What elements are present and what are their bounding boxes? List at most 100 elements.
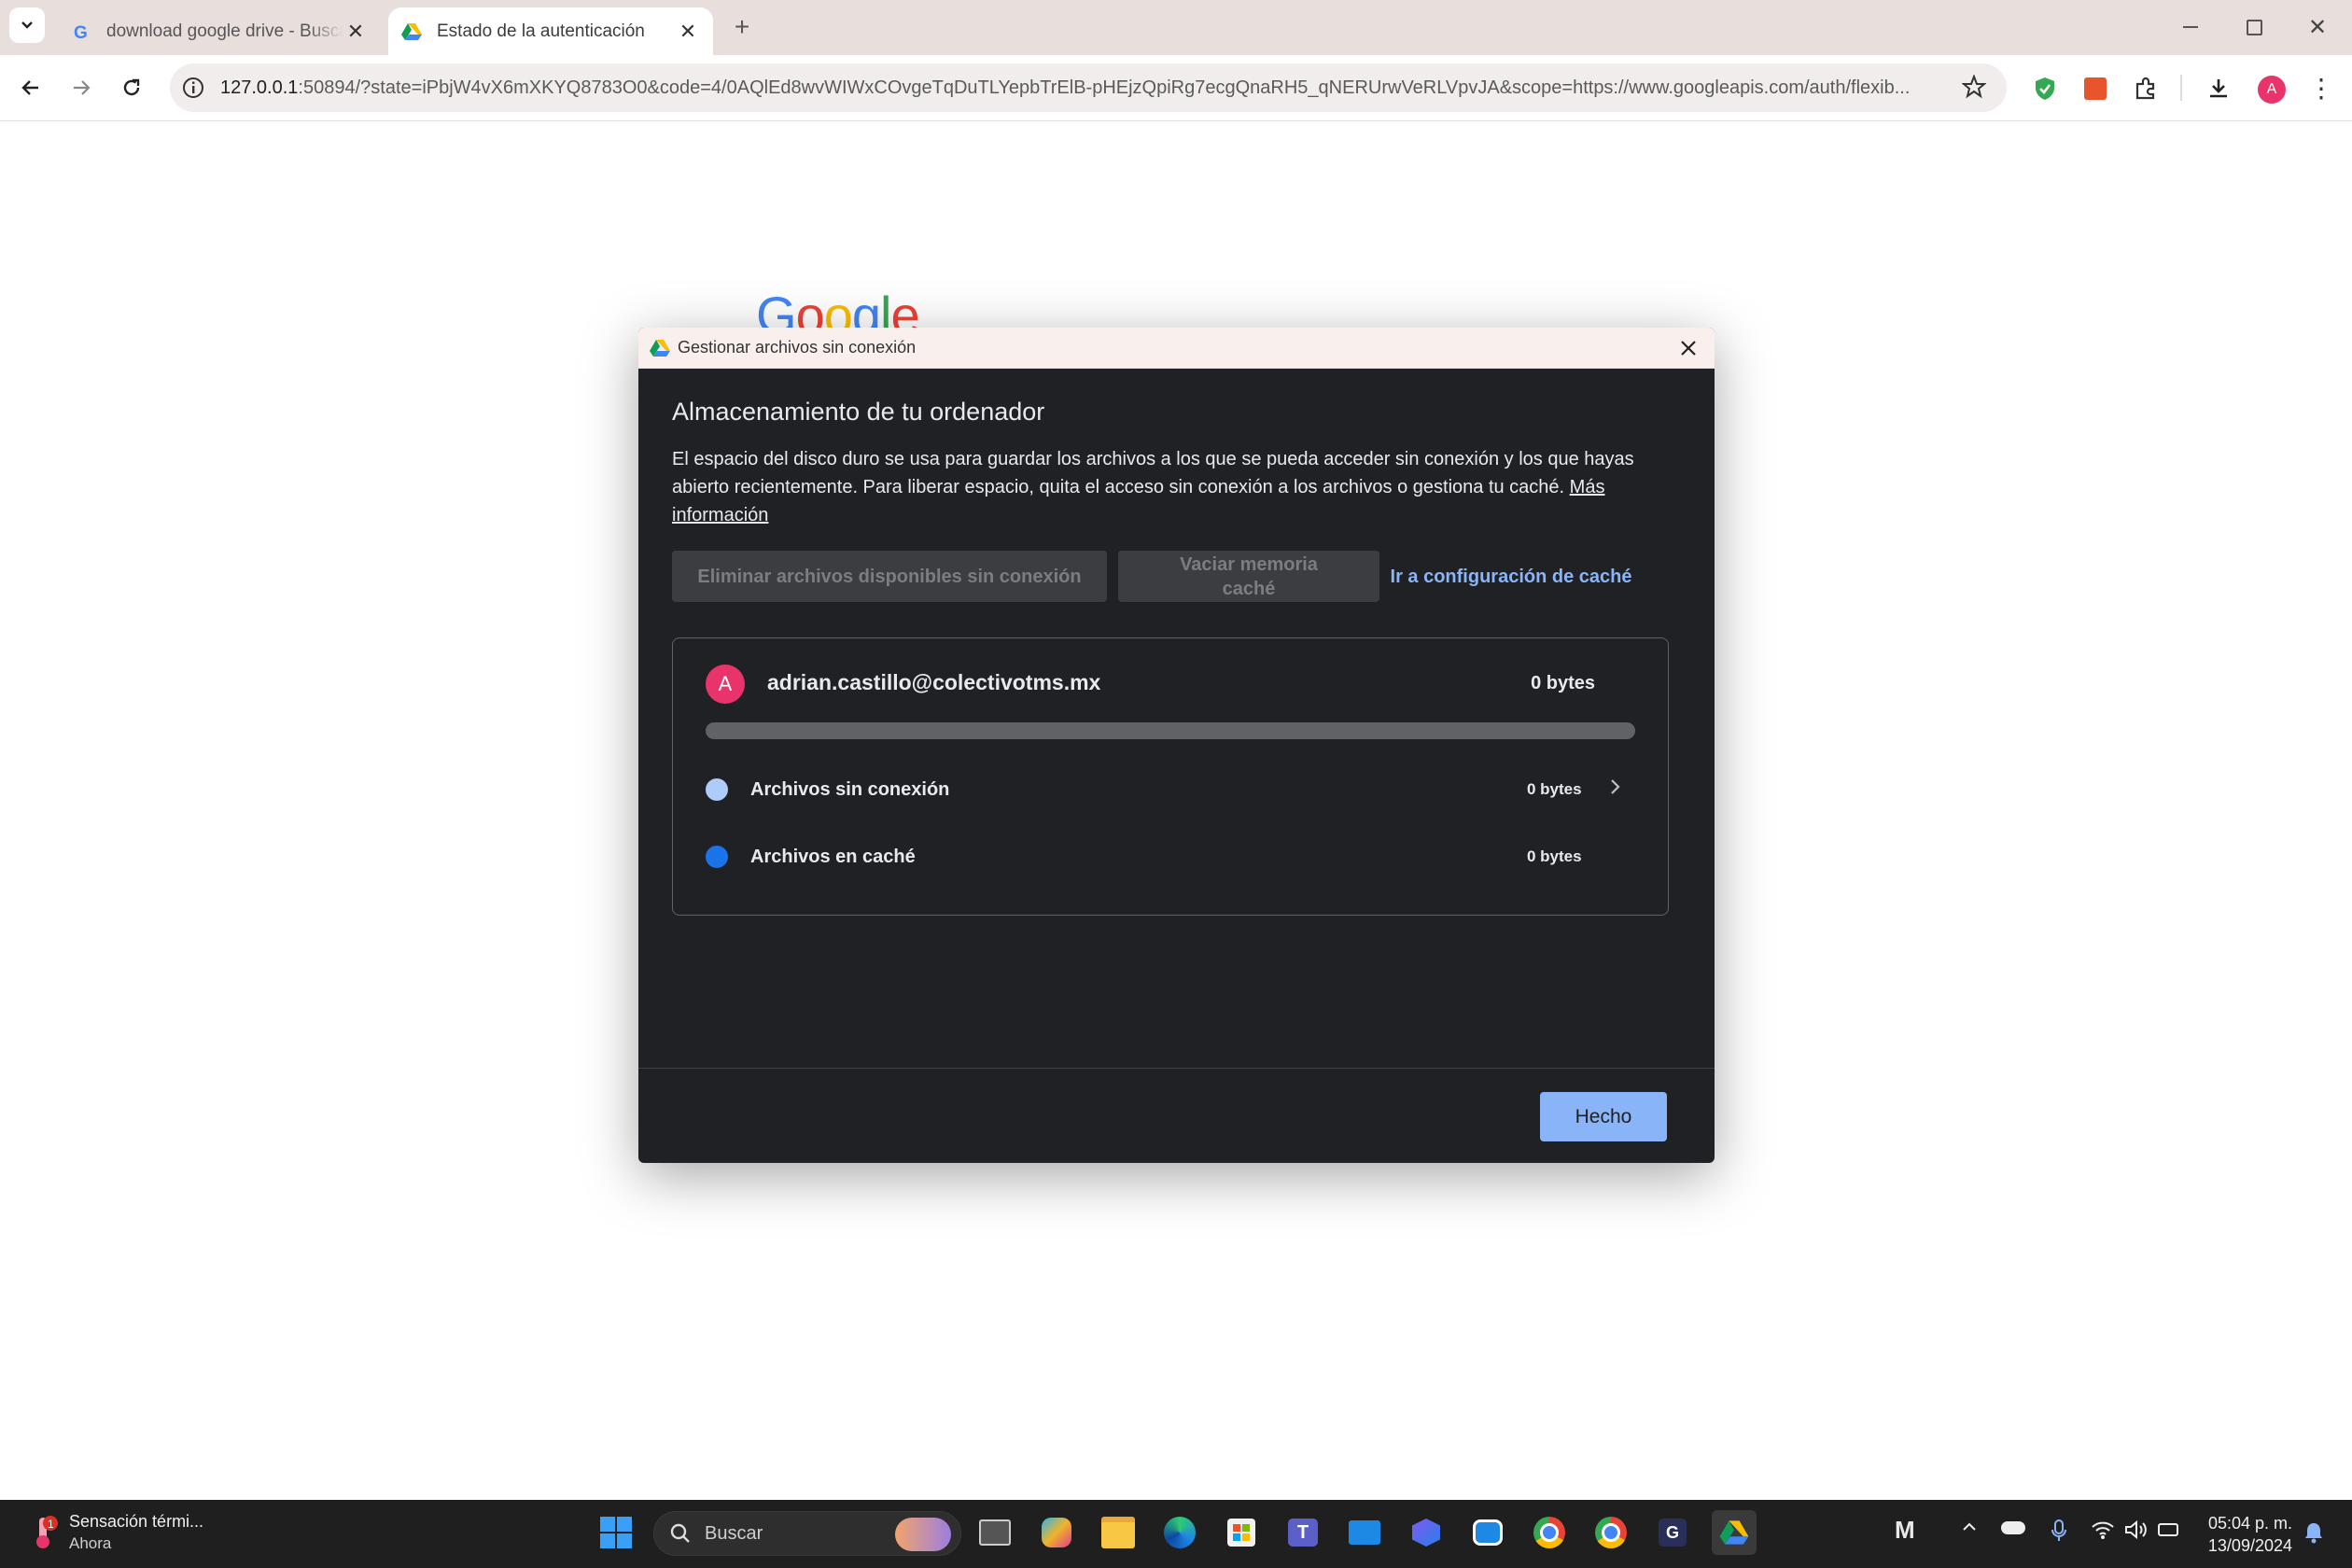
windows-start-button[interactable] bbox=[594, 1510, 638, 1555]
tray-m-app-icon[interactable]: M bbox=[1895, 1516, 1915, 1545]
clock-time: 05:04 p. m. bbox=[2207, 1514, 2292, 1533]
volume-icon[interactable] bbox=[2124, 1519, 2149, 1545]
close-window-button[interactable]: ✕ bbox=[2298, 7, 2337, 47]
row-value: 0 bytes bbox=[1527, 847, 1582, 865]
search-placeholder: Buscar bbox=[705, 1522, 763, 1544]
description-text: El espacio del disco duro se usa para gu… bbox=[672, 449, 1634, 497]
close-dialog-button[interactable] bbox=[1675, 335, 1701, 361]
reload-icon bbox=[123, 78, 140, 96]
minimize-icon bbox=[2183, 26, 2198, 28]
microphone-icon[interactable] bbox=[2051, 1519, 2066, 1547]
done-button[interactable]: Hecho bbox=[1540, 1092, 1667, 1141]
wifi-icon[interactable] bbox=[2091, 1519, 2115, 1545]
reload-button[interactable] bbox=[112, 68, 151, 107]
arrow-left-icon bbox=[21, 80, 38, 95]
cache-settings-link[interactable]: Ir a configuración de caché bbox=[1376, 551, 1646, 602]
address-bar[interactable]: 127.0.0.1:50894/?state=iPbjW4vX6mXKYQ878… bbox=[170, 63, 2007, 112]
svg-text:G: G bbox=[74, 23, 88, 42]
tab-auth-status[interactable]: Estado de la autenticación ✕ bbox=[388, 7, 713, 55]
tab-title: Estado de la autenticación bbox=[437, 21, 645, 41]
google-drive-icon bbox=[401, 21, 422, 42]
edge-browser-icon[interactable] bbox=[1157, 1510, 1202, 1555]
dialog-footer-divider bbox=[638, 1068, 1715, 1069]
battery-icon[interactable] bbox=[2158, 1523, 2178, 1536]
row-value: 0 bytes bbox=[1527, 780, 1582, 798]
chrome-profile-b-icon[interactable] bbox=[1589, 1510, 1633, 1555]
taskbar-clock[interactable]: 05:04 p. m. 13/09/2024 bbox=[2208, 1512, 2292, 1557]
shield-extension-icon[interactable] bbox=[2025, 69, 2065, 108]
tab-strip: G download google drive - Buscar ✕ Estad… bbox=[0, 0, 2352, 55]
copilot-icon[interactable] bbox=[1034, 1510, 1079, 1555]
google-g-icon: G bbox=[71, 21, 91, 42]
back-button[interactable] bbox=[11, 68, 50, 107]
restore-button[interactable] bbox=[2234, 7, 2274, 47]
site-info-icon[interactable] bbox=[181, 76, 205, 105]
svg-text:1: 1 bbox=[48, 1518, 54, 1531]
account-total-size: 0 bytes bbox=[1531, 673, 1595, 693]
bookmark-star-icon[interactable] bbox=[1961, 74, 1987, 104]
clock-date: 13/09/2024 bbox=[2207, 1536, 2292, 1555]
download-icon bbox=[2210, 79, 2227, 98]
storage-usage-bar bbox=[706, 722, 1635, 739]
dialog-window-title: Gestionar archivos sin conexión bbox=[678, 338, 917, 357]
teams-icon[interactable]: T bbox=[1281, 1510, 1325, 1555]
search-highlight-icon bbox=[895, 1518, 951, 1551]
url-text: 127.0.0.1:50894/?state=iPbjW4vX6mXKYQ878… bbox=[220, 77, 1947, 99]
close-icon bbox=[1681, 341, 1696, 356]
file-explorer-icon[interactable] bbox=[1096, 1510, 1141, 1555]
row-label: Archivos en caché bbox=[750, 846, 916, 867]
search-icon bbox=[669, 1522, 692, 1545]
translate-extension-icon[interactable] bbox=[2076, 69, 2115, 108]
task-view-icon[interactable] bbox=[973, 1510, 1017, 1555]
chat-app-icon[interactable] bbox=[1465, 1510, 1510, 1555]
legend-dot bbox=[706, 846, 728, 868]
google-drive-taskbar-icon[interactable] bbox=[1712, 1510, 1757, 1555]
new-tab-button[interactable]: + bbox=[722, 7, 762, 47]
close-icon[interactable]: ✕ bbox=[676, 20, 700, 44]
chevron-right-icon bbox=[1602, 777, 1630, 803]
arrow-right-icon bbox=[74, 80, 91, 95]
browser-menu-button[interactable]: ⋮ bbox=[2302, 69, 2341, 108]
row-label: Archivos sin conexión bbox=[750, 778, 950, 800]
thermometer-icon: 1 bbox=[28, 1514, 58, 1551]
power-automate-icon[interactable] bbox=[1404, 1510, 1449, 1555]
profile-avatar[interactable]: A bbox=[2258, 76, 2286, 104]
close-icon[interactable]: ✕ bbox=[343, 20, 368, 44]
dialog-heading: Almacenamiento de tu ordenador bbox=[672, 398, 1045, 426]
extensions-puzzle-icon[interactable] bbox=[2126, 69, 2165, 108]
cached-files-row: Archivos en caché 0 bytes bbox=[706, 838, 1630, 875]
offline-files-row[interactable]: Archivos sin conexión 0 bytes bbox=[706, 771, 1630, 808]
plus-icon: + bbox=[734, 12, 750, 41]
clear-cache-button[interactable]: Vaciar memoria caché bbox=[1118, 551, 1379, 602]
app-g-icon[interactable]: G bbox=[1650, 1510, 1695, 1555]
forward-button[interactable] bbox=[62, 68, 101, 107]
downloads-button[interactable] bbox=[2199, 69, 2238, 108]
mail-icon[interactable] bbox=[1342, 1510, 1387, 1555]
windows-logo-icon bbox=[600, 1517, 632, 1548]
more-vert-icon: ⋮ bbox=[2308, 74, 2334, 103]
tab-search-button[interactable] bbox=[9, 7, 45, 43]
cloud-icon[interactable] bbox=[2001, 1521, 2025, 1534]
google-drive-icon bbox=[650, 339, 670, 357]
url-rest: :50894/?state=iPbjW4vX6mXKYQ8783O0&code=… bbox=[298, 77, 1911, 98]
microsoft-store-icon[interactable] bbox=[1219, 1510, 1264, 1555]
notification-bell-icon[interactable] bbox=[2303, 1521, 2324, 1548]
weather-subtitle: Ahora bbox=[69, 1534, 112, 1552]
url-host: 127.0.0.1 bbox=[220, 77, 299, 98]
account-email: adrian.castillo@colectivotms.mx bbox=[767, 670, 1101, 694]
avatar: A bbox=[706, 665, 745, 704]
taskbar-search[interactable]: Buscar bbox=[653, 1511, 961, 1556]
weather-widget[interactable]: 1 Sensación térmi... Ahora bbox=[28, 1510, 203, 1555]
legend-dot bbox=[706, 778, 728, 801]
tab-google-search[interactable]: G download google drive - Buscar ✕ bbox=[58, 7, 381, 55]
remove-offline-files-button[interactable]: Eliminar archivos disponibles sin conexi… bbox=[672, 551, 1107, 602]
close-icon: ✕ bbox=[2307, 14, 2328, 40]
manage-offline-files-dialog: Gestionar archivos sin conexión Almacena… bbox=[638, 328, 1715, 1163]
chrome-profile-a-icon[interactable] bbox=[1527, 1510, 1572, 1555]
restore-icon bbox=[2246, 19, 2262, 35]
chevron-down-icon bbox=[21, 21, 33, 29]
account-storage-card: A adrian.castillo@colectivotms.mx 0 byte… bbox=[672, 637, 1669, 916]
chevron-up-icon[interactable] bbox=[1960, 1518, 1979, 1541]
minimize-button[interactable] bbox=[2171, 7, 2210, 47]
dialog-titlebar: Gestionar archivos sin conexión bbox=[638, 328, 1715, 369]
